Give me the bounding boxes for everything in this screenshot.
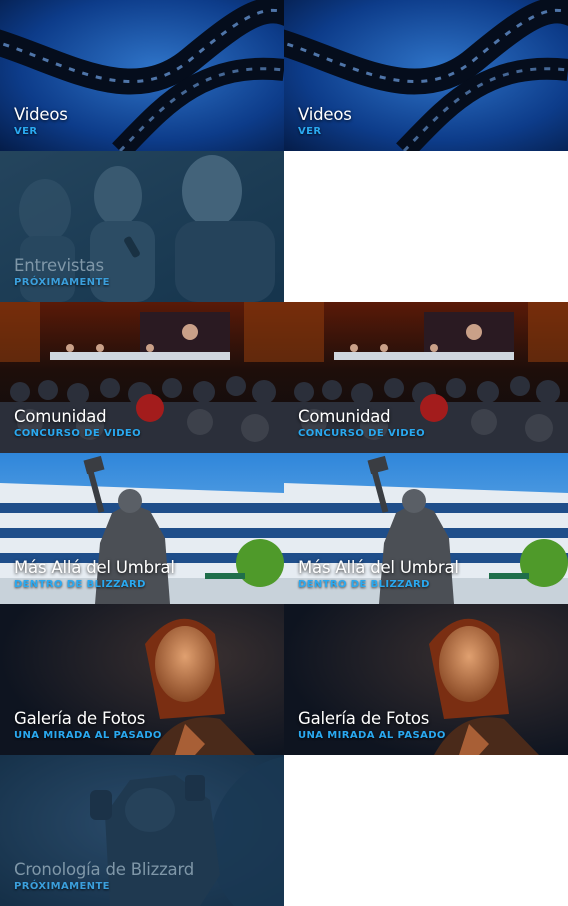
tile-title: Videos: [298, 105, 352, 124]
tile-entrevistas: Entrevistas PRÓXIMAMENTE: [0, 151, 284, 302]
tile-videos[interactable]: Videos VER: [0, 0, 284, 151]
tile-subtitle: PRÓXIMAMENTE: [14, 277, 110, 288]
tile-subtitle: PRÓXIMAMENTE: [14, 881, 110, 892]
tile-title: Cronología de Blizzard: [14, 860, 195, 879]
tile-mas-alla-del-umbral[interactable]: Más Allá del Umbral DENTRO DE BLIZZARD: [284, 453, 568, 604]
tile-title: Galería de Fotos: [298, 709, 430, 728]
tile-cronologia-de-blizzard: Cronología de Blizzard PRÓXIMAMENTE: [0, 755, 284, 906]
tile-subtitle: CONCURSO DE VIDEO: [14, 428, 142, 439]
tile-title: Videos: [14, 105, 68, 124]
tile-videos[interactable]: Videos VER: [284, 0, 568, 151]
tile-title: Más Allá del Umbral: [298, 558, 459, 577]
tile-subtitle: UNA MIRADA AL PASADO: [298, 730, 446, 741]
tile-subtitle: UNA MIRADA AL PASADO: [14, 730, 162, 741]
media-tile-grid: Videos VER Videos VER Entrevistas PRÓXIM…: [0, 0, 568, 906]
tile-subtitle: DENTRO DE BLIZZARD: [298, 579, 430, 590]
tile-comunidad[interactable]: Comunidad CONCURSO DE VIDEO: [0, 302, 284, 453]
tile-mas-alla-del-umbral[interactable]: Más Allá del Umbral DENTRO DE BLIZZARD: [0, 453, 284, 604]
tile-comunidad[interactable]: Comunidad CONCURSO DE VIDEO: [284, 302, 568, 453]
tile-subtitle: VER: [298, 126, 322, 137]
tile-subtitle: DENTRO DE BLIZZARD: [14, 579, 146, 590]
tile-title: Entrevistas: [14, 256, 104, 275]
tile-title: Comunidad: [298, 407, 391, 426]
tile-galeria-de-fotos[interactable]: Galería de Fotos UNA MIRADA AL PASADO: [0, 604, 284, 755]
tile-title: Más Allá del Umbral: [14, 558, 175, 577]
tile-title: Galería de Fotos: [14, 709, 146, 728]
tile-subtitle: VER: [14, 126, 38, 137]
tile-title: Comunidad: [14, 407, 107, 426]
tile-galeria-de-fotos[interactable]: Galería de Fotos UNA MIRADA AL PASADO: [284, 604, 568, 755]
tile-subtitle: CONCURSO DE VIDEO: [298, 428, 426, 439]
